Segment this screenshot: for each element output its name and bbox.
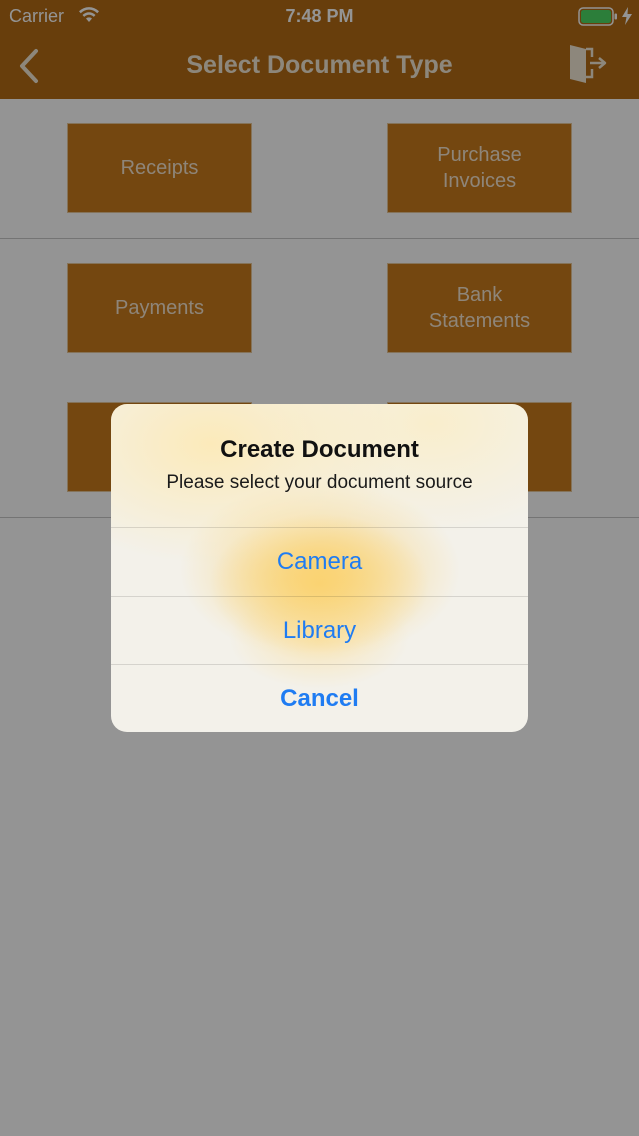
camera-button[interactable]: Camera <box>111 527 528 596</box>
alert-title: Create Document <box>220 436 419 463</box>
library-button[interactable]: Library <box>111 596 528 665</box>
cancel-button[interactable]: Cancel <box>111 664 528 732</box>
create-document-alert: Create Document Please select your docum… <box>111 404 528 732</box>
alert-header: Create Document Please select your docum… <box>111 404 528 527</box>
alert-message: Please select your document source <box>166 472 473 493</box>
